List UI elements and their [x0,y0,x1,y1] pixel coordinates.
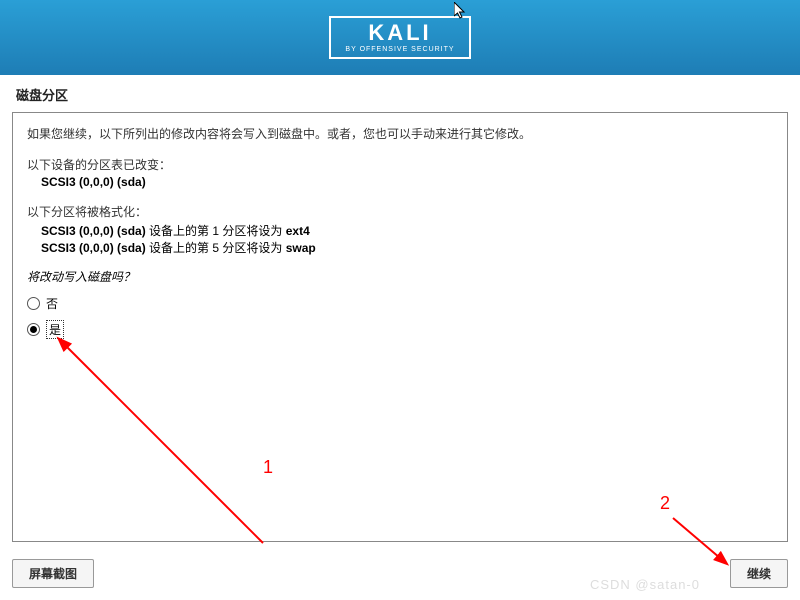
annotation-arrow-1 [53,333,283,563]
devices-changed-label: 以下设备的分区表已改变： [27,156,773,173]
page-title: 磁盘分区 [0,75,800,112]
continue-button[interactable]: 继续 [730,559,788,588]
logo-text: KALI [368,22,431,44]
confirm-question: 将改动写入磁盘吗？ [27,268,773,285]
partition-line: SCSI3 (0,0,0) (sda) 设备上的第 5 分区将设为 swap [41,239,773,256]
annotation-number-2: 2 [660,493,670,514]
annotation-number-1: 1 [263,457,273,478]
screenshot-button[interactable]: 屏幕截图 [12,559,94,588]
radio-yes[interactable]: 是 [27,320,773,339]
cursor-icon [454,2,468,25]
logo-subtitle: BY OFFENSIVE SECURITY [345,46,454,53]
radio-no-label: 否 [46,295,58,312]
footer-bar: 屏幕截图 继续 [12,559,788,588]
header-banner: KALI BY OFFENSIVE SECURITY [0,0,800,75]
radio-icon [27,297,40,310]
partition-line: SCSI3 (0,0,0) (sda) 设备上的第 1 分区将设为 ext4 [41,222,773,239]
content-panel: 如果您继续，以下所列出的修改内容将会写入到磁盘中。或者，您也可以手动来进行其它修… [12,112,788,542]
kali-logo: KALI BY OFFENSIVE SECURITY [329,16,470,59]
radio-no[interactable]: 否 [27,295,773,312]
format-label: 以下分区将被格式化： [27,203,773,220]
intro-text: 如果您继续，以下所列出的修改内容将会写入到磁盘中。或者，您也可以手动来进行其它修… [27,125,773,142]
device-line: SCSI3 (0,0,0) (sda) [41,175,773,189]
radio-yes-label: 是 [46,320,64,339]
radio-icon [27,323,40,336]
